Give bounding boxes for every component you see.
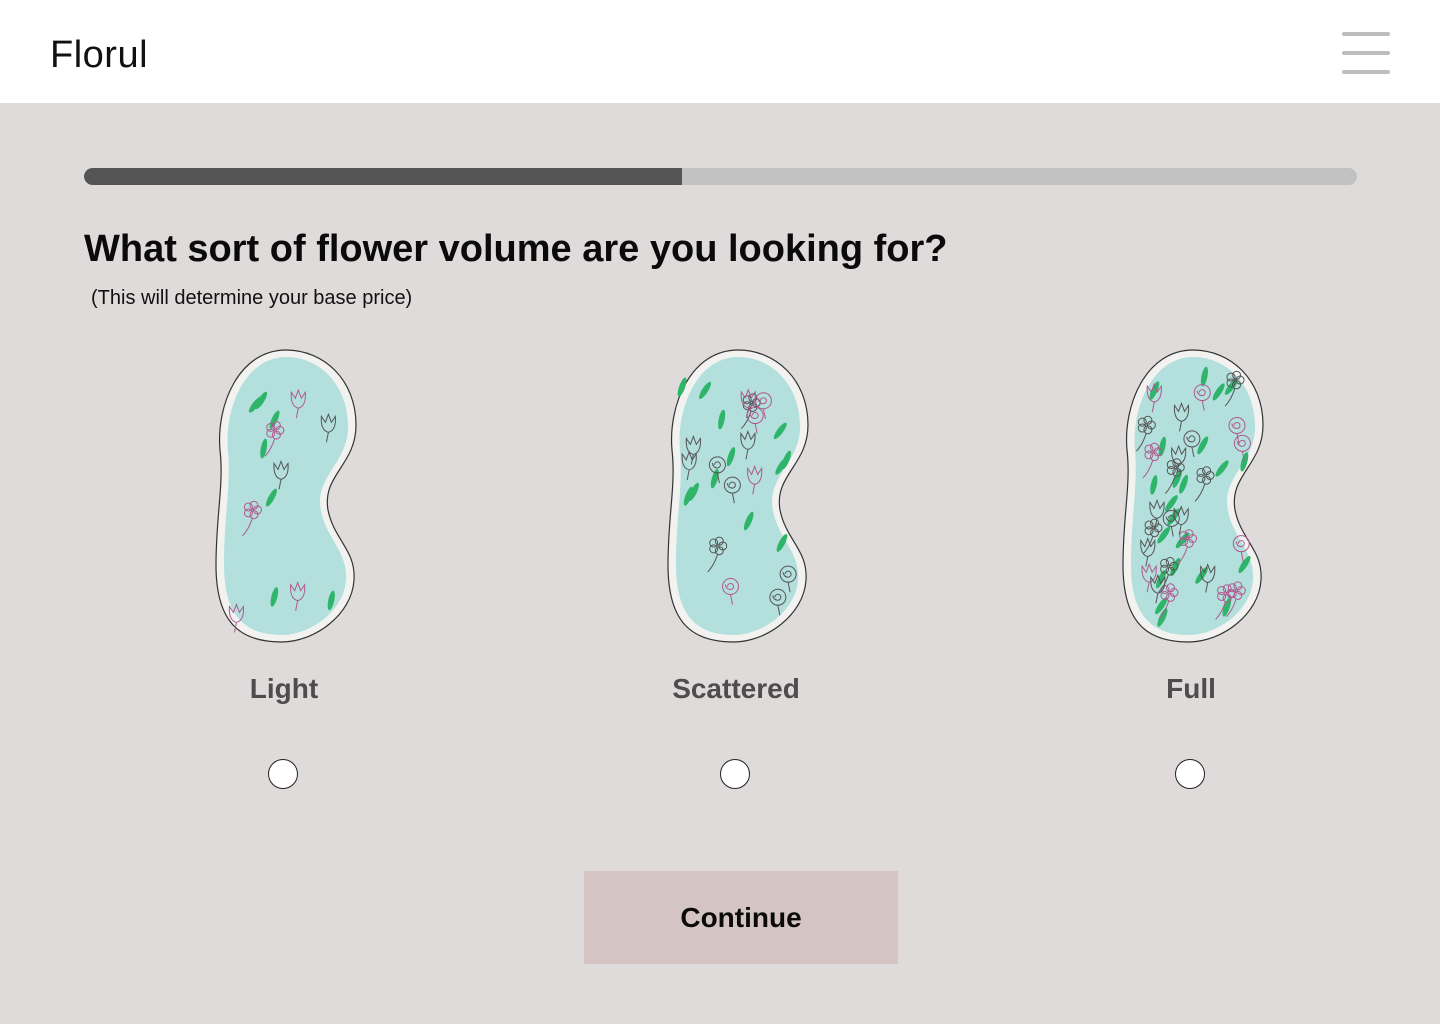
option-light[interactable]: Light <box>184 345 384 805</box>
option-scattered[interactable]: Scattered <box>636 345 836 805</box>
light-volume-illustration <box>215 349 357 643</box>
full-volume-illustration <box>1122 349 1264 643</box>
radio-full[interactable] <box>1175 759 1205 789</box>
brand-logo[interactable]: Florul <box>50 34 148 77</box>
radio-light[interactable] <box>268 759 298 789</box>
option-label: Light <box>249 673 319 704</box>
option-full[interactable]: Full <box>1091 345 1291 805</box>
continue-button[interactable]: Continue <box>584 871 898 964</box>
radio-scattered[interactable] <box>720 759 750 789</box>
scattered-volume-illustration <box>667 349 809 643</box>
progress-bar-fill <box>84 168 683 185</box>
hamburger-menu-icon[interactable] <box>1340 30 1392 76</box>
question-note: (This will determine your base price) <box>91 287 413 309</box>
option-label: Scattered <box>672 673 800 704</box>
question-title: What sort of flower volume are you looki… <box>84 228 948 270</box>
top-navigation-bar: Florul <box>0 0 1440 103</box>
option-label: Full <box>1166 673 1216 704</box>
progress-bar <box>84 168 1357 185</box>
